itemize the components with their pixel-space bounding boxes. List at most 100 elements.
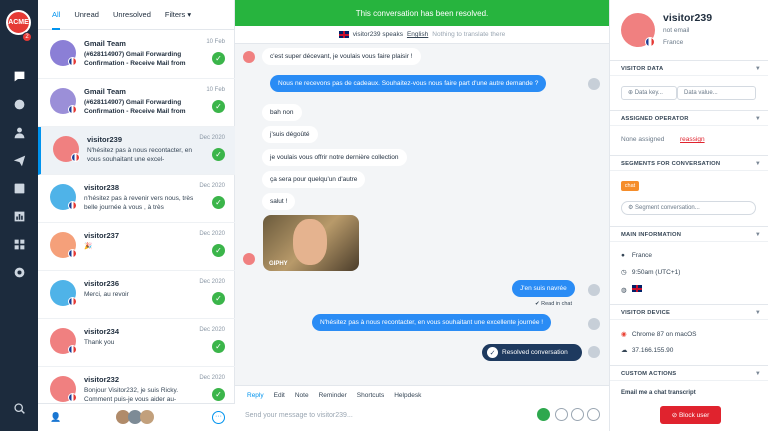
smiley-icon[interactable] xyxy=(571,408,584,421)
conversation-date: Dec 2020 xyxy=(199,183,225,189)
assigned-label: None assigned xyxy=(621,136,665,143)
cloud-icon: ☁ xyxy=(621,347,628,354)
conversation-item[interactable]: Gmail Team 10 Feb (#628114907) Gmail For… xyxy=(38,31,235,79)
message-in: ça sera pour quelqu'un d'autre xyxy=(262,171,366,188)
analytics-icon[interactable] xyxy=(11,208,27,224)
visitor-email[interactable]: not email xyxy=(663,27,689,34)
conversation-preview: Thank you xyxy=(84,339,115,346)
grammar-icon[interactable] xyxy=(537,408,550,421)
reassign-link[interactable]: reassign xyxy=(680,136,705,143)
conversation-item[interactable]: visitor232 Dec 2020 Bonjour Visitor232, … xyxy=(38,367,235,404)
filter-all[interactable]: All xyxy=(52,0,61,30)
conversation-item[interactable]: visitor234 Dec 2020 Thank you ✓ xyxy=(38,319,235,367)
conversation-name: visitor236 xyxy=(84,279,120,288)
resolved-check-icon: ✓ xyxy=(212,292,225,305)
resolved-check-icon: ✓ xyxy=(212,340,225,353)
tab-edit[interactable]: Edit xyxy=(274,392,285,399)
conversation-item[interactable]: visitor236 Dec 2020 Merci, au revoir ✓ xyxy=(38,271,235,319)
read-receipt: ✔ Read in chat xyxy=(535,301,573,307)
data-key-placeholder: Data key... xyxy=(634,90,663,96)
tab-reply[interactable]: Reply xyxy=(247,392,264,399)
section-title: VISITOR DEVICE xyxy=(621,310,671,316)
globe-icon[interactable] xyxy=(11,96,27,112)
speaks-language[interactable]: English xyxy=(407,31,428,38)
section-title: ASSIGNED OPERATOR xyxy=(621,116,689,122)
gif-image[interactable]: GIPHY xyxy=(263,215,359,271)
data-value-field[interactable]: Data value... xyxy=(677,86,756,100)
transcript-action[interactable]: Email me a chat transcript xyxy=(621,390,696,396)
visitor-sidebar: visitor239 not email France VISITOR DATA… xyxy=(609,0,768,431)
operator-avatar[interactable] xyxy=(140,410,154,424)
conversation-item-selected[interactable]: visitor239 Dec 2020 N'hésitez pas à nous… xyxy=(38,127,235,175)
settings-icon[interactable] xyxy=(11,264,27,280)
resolved-banner: This conversation has been resolved. xyxy=(235,0,609,26)
resolved-conversation-button[interactable]: ✓ Resolved conversation xyxy=(482,344,582,361)
tab-shortcuts[interactable]: Shortcuts xyxy=(357,392,384,399)
emoji-icon[interactable] xyxy=(555,408,568,421)
block-user-button[interactable]: ⊘ Block user xyxy=(660,406,721,424)
language-bar: visitor239 speaks English Nothing to tra… xyxy=(235,26,609,44)
conversation-name: Gmail Team xyxy=(84,87,126,96)
filter-unresolved[interactable]: Unresolved xyxy=(113,0,151,30)
search-icon[interactable] xyxy=(11,400,27,416)
conversation-item[interactable]: visitor237 Dec 2020 🎉 ✓ xyxy=(38,223,235,271)
flag-icon xyxy=(71,153,80,162)
chevron-down-icon: ▼ xyxy=(754,232,761,238)
attach-icon[interactable] xyxy=(587,408,600,421)
tab-note[interactable]: Note xyxy=(295,392,309,399)
tab-reminder[interactable]: Reminder xyxy=(319,392,347,399)
chat-icon[interactable] xyxy=(11,68,27,84)
message-in: je voulais vous offrir notre dernière co… xyxy=(262,149,407,166)
resolved-check-icon: ✓ xyxy=(212,244,225,257)
data-key-field[interactable]: ⊕ Data key... xyxy=(621,86,677,100)
nav-rail: ACME 2 xyxy=(0,0,38,431)
filter-dropdown[interactable]: Filters ▾ xyxy=(165,0,191,30)
conversation-item[interactable]: visitor238 Dec 2020 n'hésitez pas à reve… xyxy=(38,175,235,223)
conversation-date: 10 Feb xyxy=(206,87,225,93)
section-custom-actions[interactable]: CUSTOM ACTIONS ▼ xyxy=(610,365,768,381)
resolved-check-icon: ✓ xyxy=(212,196,225,209)
section-segments[interactable]: SEGMENTS FOR CONVERSATION ▼ xyxy=(610,155,768,171)
plugins-icon[interactable] xyxy=(11,236,27,252)
campaigns-icon[interactable] xyxy=(11,152,27,168)
section-title: CUSTOM ACTIONS xyxy=(621,371,677,377)
time-row: ◷ 9:50am (UTC+1) xyxy=(621,268,680,276)
notification-badge: 2 xyxy=(22,32,32,42)
resolved-check-icon: ✓ xyxy=(212,388,225,401)
tab-helpdesk[interactable]: Helpdesk xyxy=(394,392,421,399)
flag-icon xyxy=(68,201,77,210)
segment-input[interactable]: ⚙ Segment conversation... xyxy=(621,201,756,215)
section-visitor-device[interactable]: VISITOR DEVICE ▼ xyxy=(610,304,768,320)
ip-value: 37.166.155.90 xyxy=(631,347,674,354)
conversation-date: Dec 2020 xyxy=(199,375,225,381)
section-visitor-data[interactable]: VISITOR DATA ▼ xyxy=(610,60,768,76)
section-main-information[interactable]: MAIN INFORMATION ▼ xyxy=(610,226,768,242)
visitor-avatar xyxy=(243,253,255,265)
user-filter-icon[interactable]: 👤 xyxy=(50,412,62,424)
time-value: 9:50am (UTC+1) xyxy=(631,269,681,276)
helpdesk-icon[interactable] xyxy=(11,180,27,196)
location-pin-icon: ● xyxy=(621,252,625,259)
message-out: J'en suis navrée xyxy=(512,280,575,297)
message-in: bah non xyxy=(262,104,302,121)
operator-avatar xyxy=(588,78,600,90)
chevron-down-icon: ▼ xyxy=(754,66,761,72)
uk-flag-icon xyxy=(338,31,349,38)
conversation-item[interactable]: Gmail Team 10 Feb (#628114907) Gmail For… xyxy=(38,79,235,127)
message-input[interactable]: Send your message to visitor239... xyxy=(245,412,353,419)
gif-label: GIPHY xyxy=(269,261,288,267)
resolved-check-icon: ✓ xyxy=(212,52,225,65)
conversation-name: visitor234 xyxy=(84,327,120,336)
chevron-down-icon: ▼ xyxy=(754,116,761,122)
uk-flag-icon xyxy=(631,285,642,292)
filter-unread[interactable]: Unread xyxy=(74,0,99,30)
message-in: salut ! xyxy=(262,193,296,210)
more-icon[interactable]: ··· xyxy=(212,411,225,424)
location-value: France xyxy=(631,252,653,259)
section-assigned-operator[interactable]: ASSIGNED OPERATOR ▼ xyxy=(610,110,768,126)
flag-icon xyxy=(68,249,77,258)
block-user-label: Block user xyxy=(678,411,710,419)
contacts-icon[interactable] xyxy=(11,124,27,140)
segment-tag[interactable]: chat xyxy=(621,181,639,191)
flag-icon xyxy=(68,297,77,306)
